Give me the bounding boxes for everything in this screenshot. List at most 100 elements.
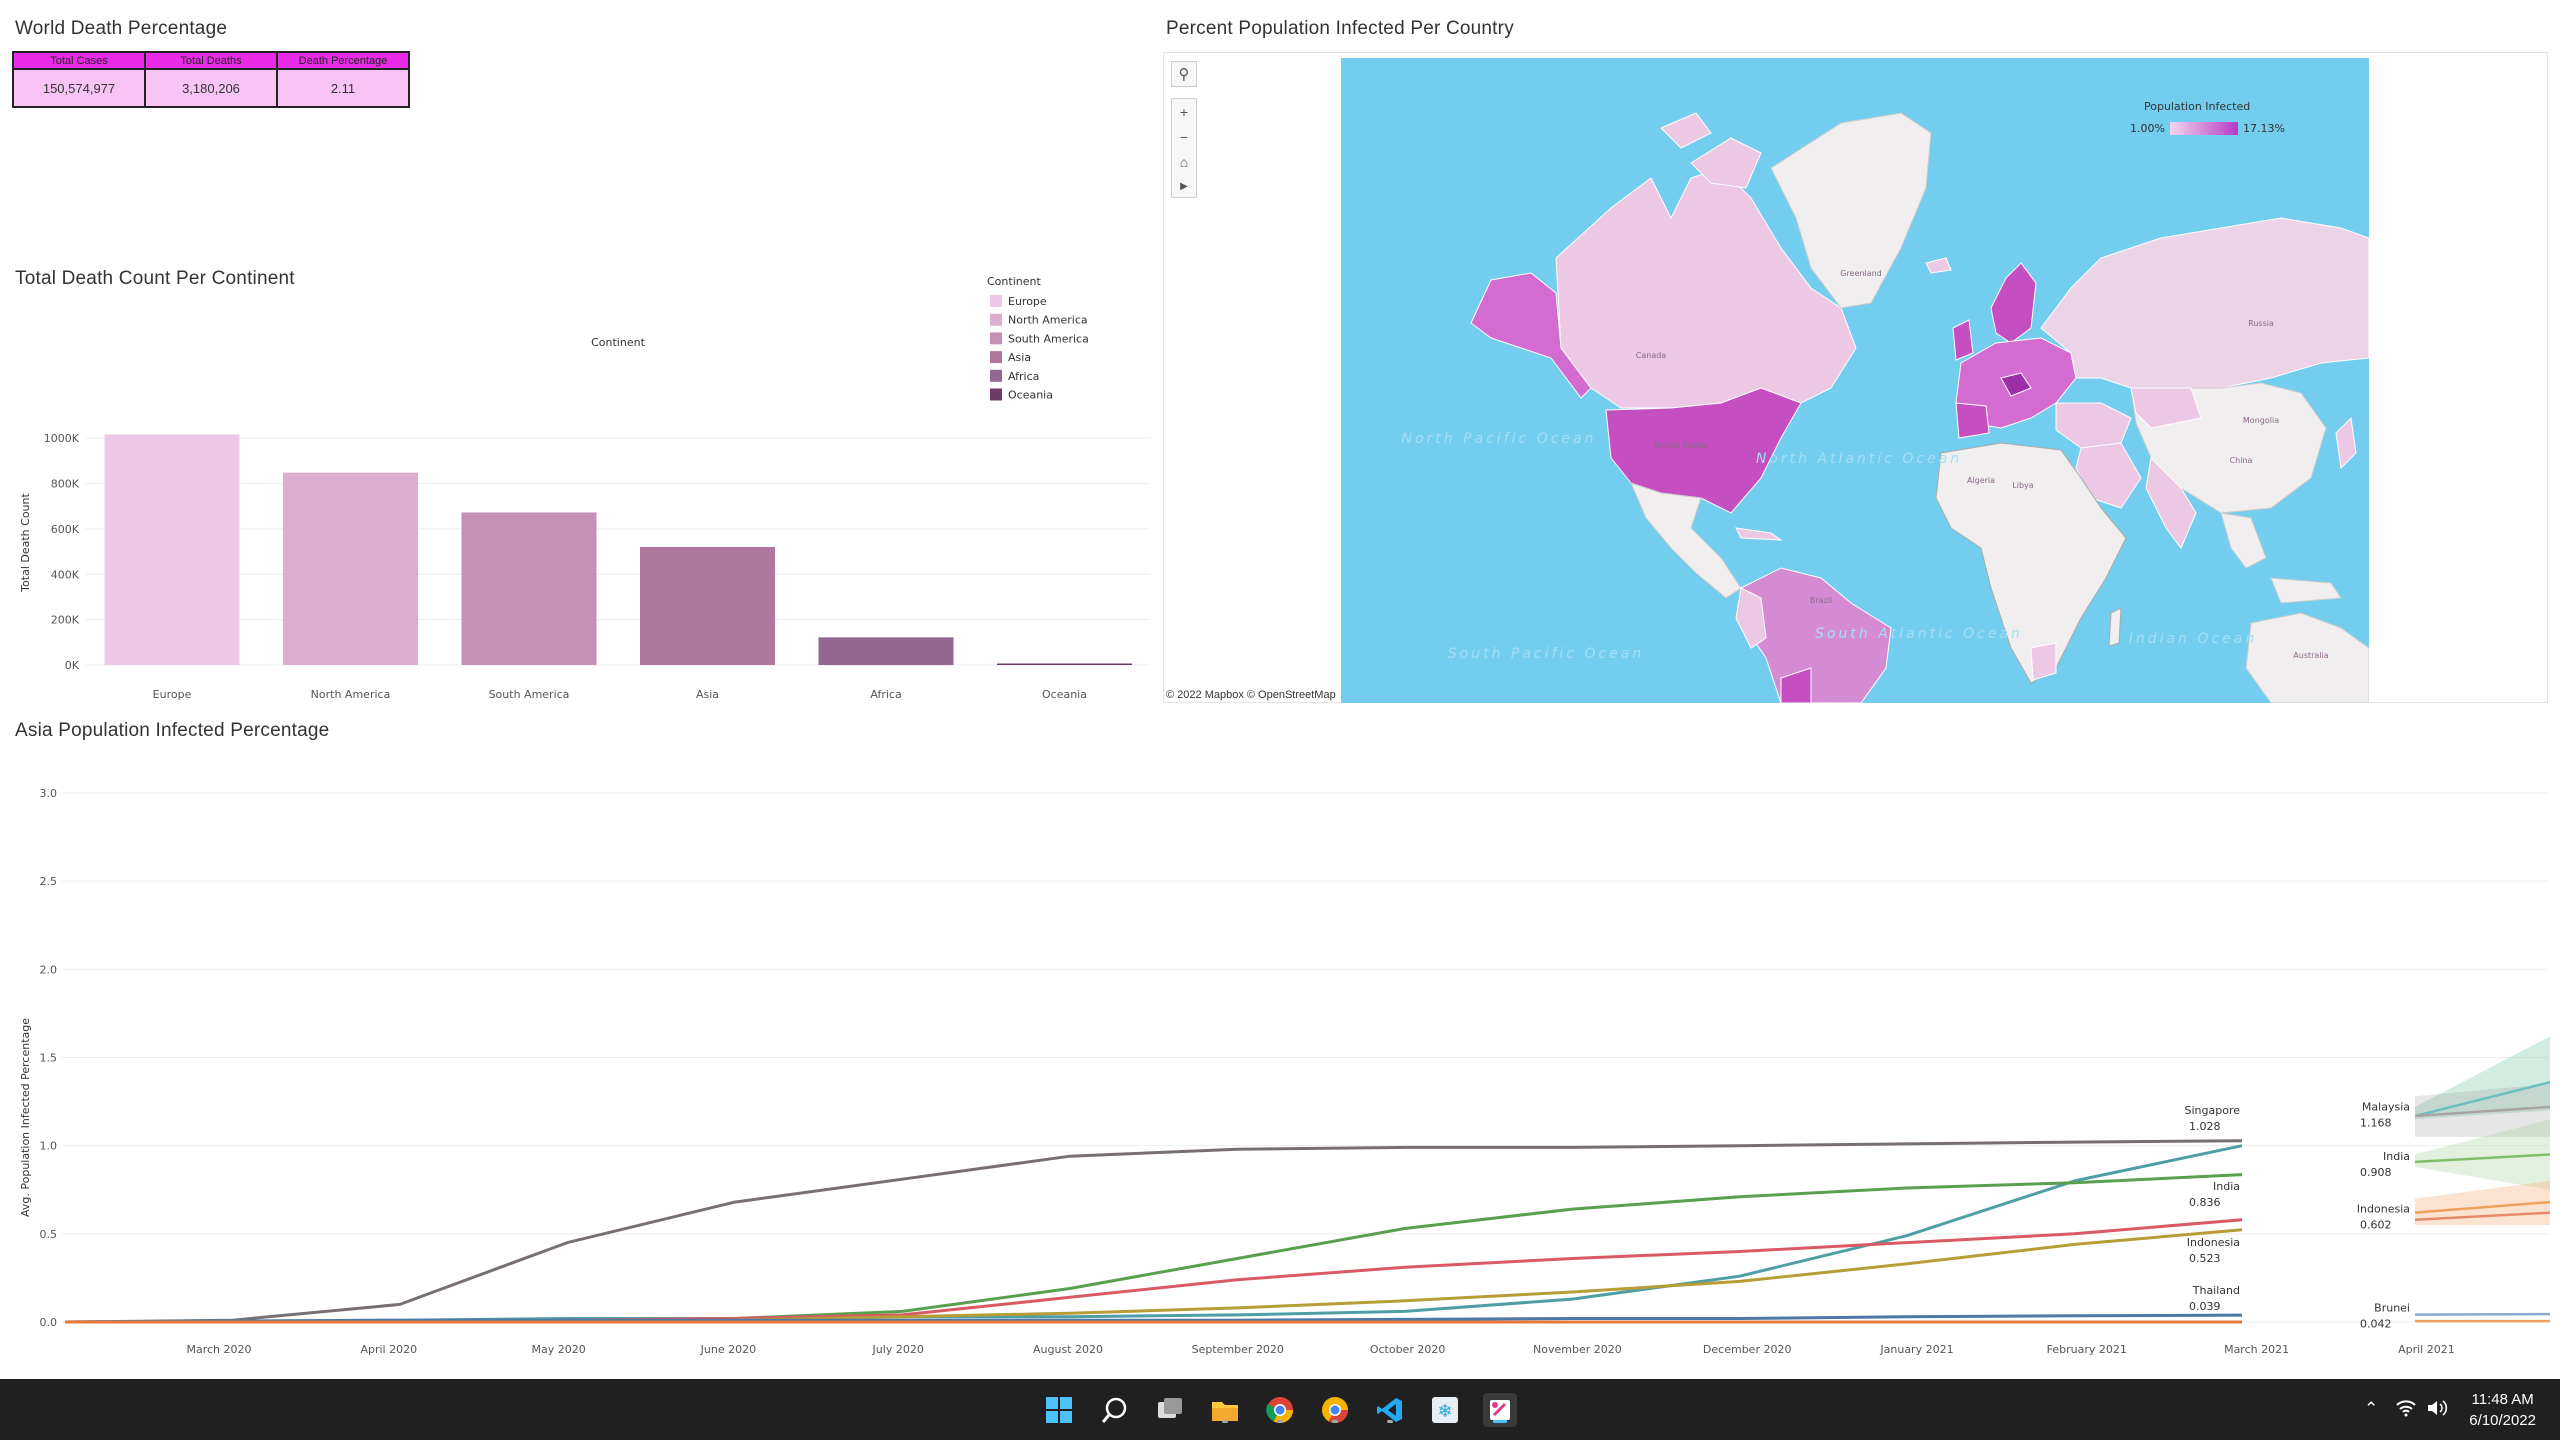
forecast-label-value: 0.908 [2360,1166,2392,1179]
line-end-label-name: India [2213,1180,2240,1193]
forecast-label-value: 1.168 [2360,1116,2392,1129]
world-death-table: Total Cases Total Deaths Death Percentag… [12,51,410,108]
map-label-russia: Russia [2248,319,2274,328]
asia-line-chart: Avg. Population Infected Percentage 0.0 0.… [19,787,2551,1356]
snipping-tool-icon[interactable] [1483,1393,1517,1427]
bar-ytick-label: 1000K [44,432,80,445]
map-label-china: China [2230,456,2253,465]
windows-start-icon[interactable] [1042,1393,1076,1427]
map-legend-max: 17.13% [2243,122,2285,135]
map-label-ocean-3: South Pacific Ocean [1448,646,1645,662]
clock-date: 6/10/2022 [2469,1412,2536,1429]
file-explorer-icon[interactable] [1208,1393,1242,1427]
bar-europe [104,434,240,665]
continent-bar-chart: Continent Total Death Count 0K 200K 400K 600K… [19,275,1150,701]
bar-category-label: Asia [696,688,719,701]
kpi-death-percentage: 2.11 [276,69,410,108]
forecast-label-value: 0.042 [2360,1317,2392,1330]
chevron-up-icon[interactable]: ⌃ [2364,1399,2378,1419]
line-xtick-label: November 2020 [1533,1343,1622,1356]
vscode-icon[interactable] [1373,1393,1407,1427]
line-end-label-value: 0.039 [2189,1300,2221,1313]
taskbar: ❄ ⌃ 11:48 AM 6/10/2022 [0,1379,2560,1440]
line-xtick-label: March 2020 [186,1343,251,1356]
clock-time: 11:48 AM [2471,1391,2534,1408]
map-label-brazil: Brazil [1810,596,1832,605]
map-label-canada: Canada [1636,351,1667,360]
bar-category-label: North America [311,688,391,701]
chrome-icon[interactable] [1263,1393,1297,1427]
bar-south-america [461,512,597,665]
series-line-india [65,1173,2243,1324]
task-view-icon[interactable] [1153,1393,1187,1427]
bar-ytick-label: 0K [65,659,80,672]
bar-legend-swatch [990,295,1002,307]
line-xtick-label: October 2020 [1370,1343,1446,1356]
bar-legend-item: Europe [1008,295,1047,308]
bar-legend-item: North America [1008,314,1088,327]
line-ytick-label: 0.5 [40,1228,58,1241]
forecast-label-name: Indonesia [2357,1203,2410,1216]
line-end-label-value: 0.836 [2189,1196,2221,1209]
bar-legend-swatch [990,313,1002,326]
line-end-label-name: Thailand [2192,1284,2240,1297]
bar-asia [640,546,775,665]
map-label-algeria: Algeria [1967,476,1995,485]
play-icon[interactable]: ▶ [1172,174,1196,199]
line-xtick-label: May 2020 [531,1343,585,1356]
line-end-label-name: Singapore [2185,1104,2241,1117]
line-xtick-label: January 2021 [1879,1343,1953,1356]
kpi-header-total-cases: Total Cases [12,51,146,70]
bar-legend-item: South America [1008,332,1089,345]
map-search-icon[interactable]: ⚲ [1171,61,1197,87]
map-attribution[interactable]: © 2022 Mapbox © OpenStreetMap [1166,689,1336,701]
map-label-ocean-2: North Atlantic Ocean [1756,451,1962,467]
line-chart-ylabel: Avg. Population Infected Percentage [19,1018,32,1217]
bar-chart-xlabel: Continent [591,336,645,349]
bar-category-label: South America [489,688,570,701]
bar-legend-item: Oceania [1008,389,1053,402]
home-icon[interactable]: ⌂ [1172,149,1196,174]
world-death-title: World Death Percentage [15,18,228,39]
bar-chart-ylabel: Total Death Count [19,493,32,593]
zoom-in-icon[interactable]: + [1172,99,1196,124]
line-end-label-name: Indonesia [2187,1236,2240,1249]
volume-icon[interactable] [2426,1399,2448,1422]
bar-ytick-label: 400K [51,568,80,581]
svg-text:❄: ❄ [1437,1401,1452,1422]
world-map[interactable]: North Pacific Ocean North Atlantic Ocean… [1341,58,2369,703]
kpi-header-total-deaths: Total Deaths [144,51,278,70]
map-label-ocean-5: Indian Ocean [2129,631,2257,647]
line-xtick-label: December 2020 [1703,1343,1792,1356]
kpi-header-death-percentage: Death Percentage [276,51,410,70]
line-ytick-label: 1.5 [40,1052,58,1065]
bar-legend-title: Continent [987,275,1041,288]
wifi-icon[interactable] [2396,1399,2416,1422]
line-xtick-label: April 2020 [360,1343,417,1356]
line-xtick-label: June 2020 [700,1343,756,1356]
forecast-label-value: 0.602 [2360,1219,2392,1232]
snowflake-icon[interactable]: ❄ [1428,1393,1462,1427]
search-icon[interactable] [1098,1393,1132,1427]
map-label-ocean-1: North Pacific Ocean [1402,431,1597,447]
zoom-out-icon[interactable]: − [1172,124,1196,149]
map-legend-min: 1.00% [2130,122,2165,135]
bar-category-label: Oceania [1042,688,1087,701]
bar-north-america [283,472,418,665]
line-ytick-label: 3.0 [40,787,58,800]
bar-category-label: Europe [153,688,192,701]
bar-legend-item: Africa [1008,370,1039,383]
chrome-canary-icon[interactable] [1318,1393,1352,1427]
line-xtick-label: September 2020 [1192,1343,1284,1356]
line-end-label-value: 1.028 [2189,1120,2221,1133]
line-xtick-label: April 2021 [2398,1343,2455,1356]
bar-ytick-label: 800K [51,478,80,491]
kpi-total-deaths: 3,180,206 [144,69,278,108]
kpi-total-cases: 150,574,977 [12,69,146,108]
clock[interactable]: 11:48 AM 6/10/2022 [2469,1389,2536,1431]
map-zoom-toolbar: + − ⌂ ▶ [1171,98,1197,198]
map-label-ocean-4: South Atlantic Ocean [1815,626,2023,642]
forecast-label-name: Brunei [2374,1301,2410,1314]
line-xtick-label: July 2020 [872,1343,924,1356]
forecast-line [2414,1312,2551,1316]
